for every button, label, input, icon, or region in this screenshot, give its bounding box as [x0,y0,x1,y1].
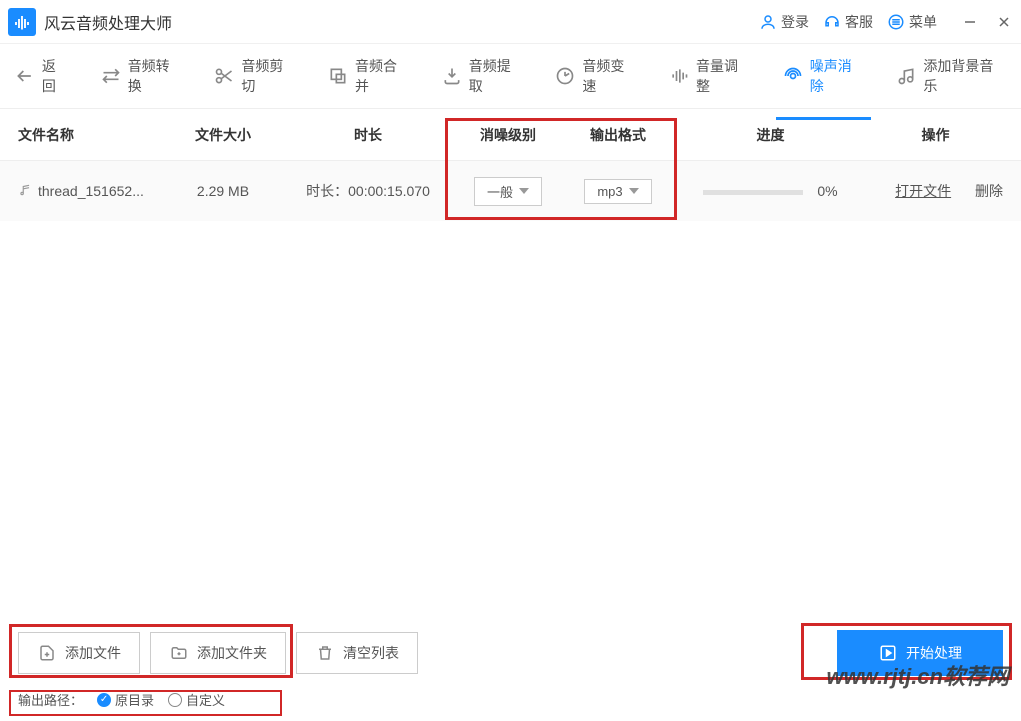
progress-bar [703,190,803,195]
app-logo [8,8,36,36]
col-progress: 进度 [673,125,868,145]
radio-checked-icon [97,693,111,707]
col-name: 文件名称 [18,125,163,145]
tab-convert[interactable]: 音频转换 [96,48,188,104]
tab-speed[interactable]: 音频变速 [550,48,642,104]
tab-extract[interactable]: 音频提取 [437,48,529,104]
login-button[interactable]: 登录 [759,12,809,32]
add-folder-button[interactable]: 添加文件夹 [150,632,286,674]
menu-button[interactable]: 菜单 [887,12,937,32]
back-button[interactable]: 返回 [10,48,74,104]
output-path-row: 输出路径： 原目录 自定义 [18,690,1003,709]
output-format-select[interactable]: mp3 [584,179,652,204]
col-format: 输出格式 [563,125,673,145]
col-size: 文件大小 [163,125,283,145]
delete-link[interactable]: 删除 [975,183,1003,199]
col-ops: 操作 [868,125,1003,145]
tab-bgm[interactable]: 添加背景音乐 [891,48,1011,104]
speed-icon [554,65,576,87]
titlebar: 风云音频处理大师 登录 客服 菜单 [0,0,1021,44]
file-plus-icon [37,643,57,663]
level-cell: 一般 [453,177,563,206]
toolbar: 返回 音频转换 音频剪切 音频合并 音频提取 音频变速 音量调整 噪声消除 添加… [0,44,1021,109]
format-cell: mp3 [563,179,673,204]
app-title: 风云音频处理大师 [44,10,759,34]
path-custom-radio[interactable]: 自定义 [168,690,225,709]
trash-icon [315,643,335,663]
menu-icon [887,13,905,31]
convert-icon [100,65,122,87]
merge-icon [327,65,349,87]
arrow-left-icon [14,65,36,87]
table-row: thread_151652... 2.29 MB 时长：00:00:15.070… [0,161,1021,221]
volume-icon [668,65,690,87]
start-button[interactable]: 开始处理 [837,630,1003,676]
scissor-icon [213,65,235,87]
user-icon [759,13,777,31]
col-duration: 时长 [283,125,453,145]
tab-denoise[interactable]: 噪声消除 [778,48,870,104]
denoise-icon [782,65,804,87]
chevron-down-icon [629,188,639,194]
extract-icon [441,65,463,87]
col-level: 消噪级别 [453,125,563,145]
support-button[interactable]: 客服 [823,12,873,32]
minimize-button[interactable] [961,13,979,31]
folder-plus-icon [169,643,189,663]
clear-list-button[interactable]: 清空列表 [296,632,418,674]
tab-volume[interactable]: 音量调整 [664,48,756,104]
file-name-cell: thread_151652... [18,183,163,199]
tab-cut[interactable]: 音频剪切 [209,48,301,104]
headset-icon [823,13,841,31]
path-original-radio[interactable]: 原目录 [97,690,154,709]
output-path-label: 输出路径： [18,690,83,709]
progress-cell: 0% [673,183,868,199]
file-size-cell: 2.29 MB [163,183,283,199]
tab-merge[interactable]: 音频合并 [323,48,415,104]
close-button[interactable] [995,13,1013,31]
denoise-level-select[interactable]: 一般 [474,177,542,206]
bottom-panel: 添加文件 添加文件夹 清空列表 开始处理 输出路径： 原目录 自定义 [0,618,1021,721]
chevron-down-icon [519,188,529,194]
open-file-link[interactable]: 打开文件 [895,183,951,199]
music-icon [895,65,917,87]
add-file-button[interactable]: 添加文件 [18,632,140,674]
radio-unchecked-icon [168,693,182,707]
duration-cell: 时长：00:00:15.070 [283,181,453,201]
play-icon [878,643,898,663]
ops-cell: 打开文件 删除 [868,181,1003,201]
audio-file-icon [18,183,34,199]
